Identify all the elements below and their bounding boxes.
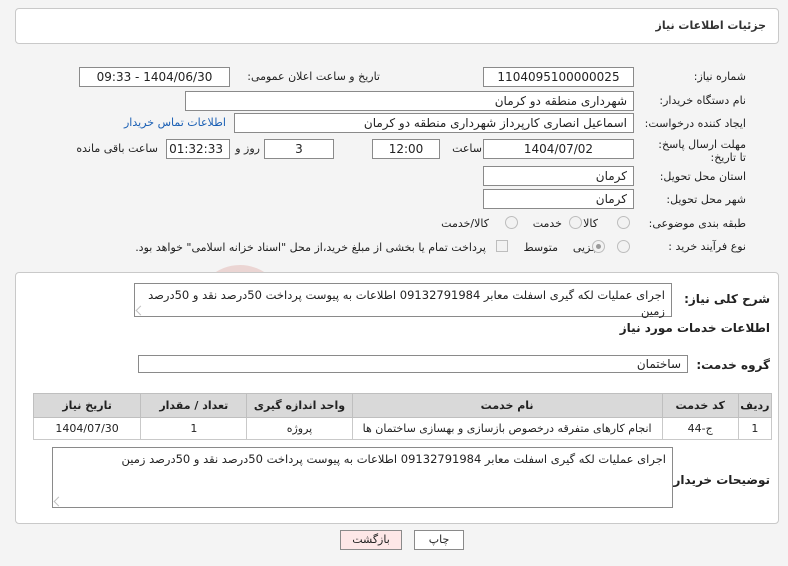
buyer-org-field[interactable]: شهرداری منطقه دو کرمان [185, 91, 634, 111]
col-header-quantity: تعداد / مقدار [140, 393, 248, 418]
category-label: طبقه بندی موضوعی: [648, 217, 746, 230]
category-option-service: خدمت [532, 217, 562, 230]
cell-quantity: 1 [140, 417, 248, 440]
col-header-service-name: نام خدمت [351, 393, 663, 418]
category-radio-goods-service[interactable] [505, 216, 518, 229]
treasury-payment-checkbox[interactable] [496, 240, 508, 252]
service-group-label: گروه خدمت: [696, 358, 770, 372]
service-group-field[interactable]: ساختمان [138, 355, 688, 373]
category-radio-service[interactable] [569, 216, 582, 229]
col-header-service-code: کد خدمت [661, 393, 739, 418]
days-label: روز و [235, 142, 260, 155]
deadline-time-label: ساعت [452, 142, 482, 155]
summary-text: اجرای عملیات لکه گیری اسفلت معابر 091327… [148, 288, 665, 318]
table-header-row: ردیف کد خدمت نام خدمت واحد اندازه گیری ت… [32, 393, 773, 418]
category-option-goods-service: کالا/خدمت [441, 217, 489, 230]
city-label: شهر محل تحویل: [666, 193, 746, 206]
deadline-label: مهلت ارسال پاسخ: تا تاریخ: [658, 138, 746, 164]
summary-textarea[interactable]: اجرای عملیات لکه گیری اسفلت معابر 091327… [134, 283, 672, 318]
need-number-label: شماره نیاز: [693, 70, 746, 83]
col-header-need-date: تاریخ نیاز [32, 393, 142, 418]
summary-label: شرح کلی نیاز: [684, 292, 770, 306]
buyer-notes-label: توضیحات خریدار: [668, 473, 770, 487]
print-button[interactable]: چاپ [414, 530, 464, 550]
province-label: استان محل تحویل: [659, 170, 746, 183]
announce-label: تاریخ و ساعت اعلان عمومی: [247, 70, 380, 83]
buyer-notes-text: اجرای عملیات لکه گیری اسفلت معابر 091327… [121, 452, 666, 466]
city-field[interactable]: کرمان [483, 189, 634, 209]
process-radio-medium[interactable] [592, 240, 605, 253]
deadline-date-field[interactable]: 1404/07/02 [483, 139, 634, 159]
services-table: ردیف کد خدمت نام خدمت واحد اندازه گیری ت… [32, 393, 773, 440]
remaining-time-label: ساعت باقی مانده [76, 142, 158, 155]
cell-unit: پروژه [246, 417, 353, 440]
treasury-payment-note: پرداخت تمام یا بخشی از مبلغ خرید،از محل … [135, 241, 486, 254]
process-radio-minor[interactable] [617, 240, 630, 253]
services-title: اطلاعات خدمات مورد نیاز [619, 321, 770, 335]
days-remaining-field[interactable]: 3 [264, 139, 334, 159]
buyer-notes-textarea[interactable]: اجرای عملیات لکه گیری اسفلت معابر 091327… [52, 447, 673, 508]
buyer-contact-link[interactable]: اطلاعات تماس خریدار [124, 116, 226, 129]
need-number-field[interactable]: 1104095100000025 [483, 67, 634, 87]
table-row: 1 ج-44 انجام کارهای متفرقه درخصوص بازساز… [32, 417, 773, 440]
announce-datetime-field[interactable]: 1404/06/30 - 09:33 [79, 67, 230, 87]
page-title: جزئیات اطلاعات نیاز [655, 19, 767, 32]
cell-service-name: انجام کارهای متفرقه درخصوص بازسازی و بهس… [351, 417, 663, 440]
cell-row-number: 1 [737, 417, 773, 440]
creator-label: ایجاد کننده درخواست: [644, 117, 746, 130]
remaining-time-field[interactable]: 01:32:33 [166, 139, 230, 159]
resize-handle-icon[interactable] [53, 496, 64, 507]
category-option-goods: کالا [583, 217, 598, 230]
buyer-org-label: نام دستگاه خریدار: [659, 94, 746, 107]
category-radio-goods[interactable] [617, 216, 630, 229]
col-header-row-number: ردیف [737, 393, 773, 418]
province-field[interactable]: کرمان [483, 166, 634, 186]
cell-service-code: ج-44 [661, 417, 739, 440]
process-option-medium: متوسط [523, 241, 558, 254]
resize-handle-icon[interactable] [135, 305, 146, 316]
header-panel: جزئیات اطلاعات نیاز [15, 8, 779, 44]
col-header-unit: واحد اندازه گیری [246, 393, 353, 418]
cell-need-date: 1404/07/30 [32, 417, 142, 440]
deadline-time-field[interactable]: 12:00 [372, 139, 440, 159]
process-type-label: نوع فرآیند خرید : [668, 240, 746, 253]
creator-field[interactable]: اسماعیل انصاری کارپرداز شهرداری منطقه دو… [234, 113, 634, 133]
back-button[interactable]: بازگشت [340, 530, 402, 550]
